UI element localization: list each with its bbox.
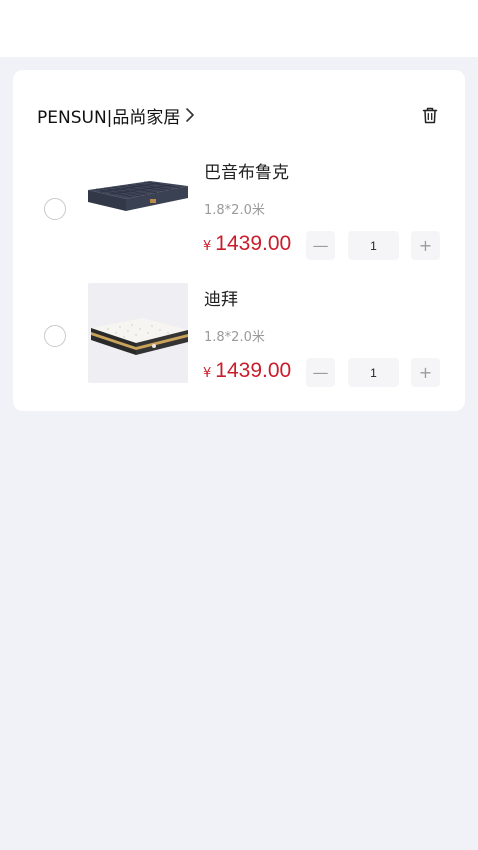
decrease-quantity-button[interactable]: — [306, 231, 335, 260]
item-spec: 1.8*2.0米 [204, 203, 265, 218]
item-spec: 1.8*2.0米 [204, 330, 265, 345]
dark-mattress-image[interactable] [88, 156, 188, 256]
price-value: 1439.00 [215, 359, 292, 382]
item-price: ¥ 1439.00 [203, 359, 291, 383]
cart-item: 巴音布鲁克 1.8*2.0米 ¥ 1439.00 — 1 + [13, 153, 465, 263]
increase-quantity-button[interactable]: + [411, 231, 440, 260]
white-mattress-image[interactable] [88, 283, 188, 383]
increase-quantity-button[interactable]: + [411, 358, 440, 387]
price-value: 1439.00 [215, 232, 292, 255]
top-status-area [0, 0, 478, 57]
quantity-input[interactable]: 1 [348, 231, 399, 260]
trash-icon[interactable] [419, 104, 441, 126]
select-item-radio[interactable] [44, 325, 66, 347]
currency-symbol: ¥ [203, 239, 212, 254]
currency-symbol: ¥ [203, 366, 212, 381]
cart-shop-card: PENSUN|品尚家居 巴音布鲁克 1.8*2.0米 ¥ 1439.00 — 1… [13, 70, 465, 411]
decrease-quantity-button[interactable]: — [306, 358, 335, 387]
shop-header[interactable]: PENSUN|品尚家居 [37, 100, 441, 130]
shop-name[interactable]: PENSUN|品尚家居 [37, 103, 180, 128]
cart-item: 迪拜 1.8*2.0米 ¥ 1439.00 — 1 + [13, 280, 465, 390]
item-price: ¥ 1439.00 [203, 232, 291, 256]
select-item-radio[interactable] [44, 198, 66, 220]
chevron-right-icon[interactable] [184, 107, 196, 123]
item-title[interactable]: 迪拜 [204, 285, 238, 310]
item-title[interactable]: 巴音布鲁克 [204, 158, 289, 183]
quantity-input[interactable]: 1 [348, 358, 399, 387]
